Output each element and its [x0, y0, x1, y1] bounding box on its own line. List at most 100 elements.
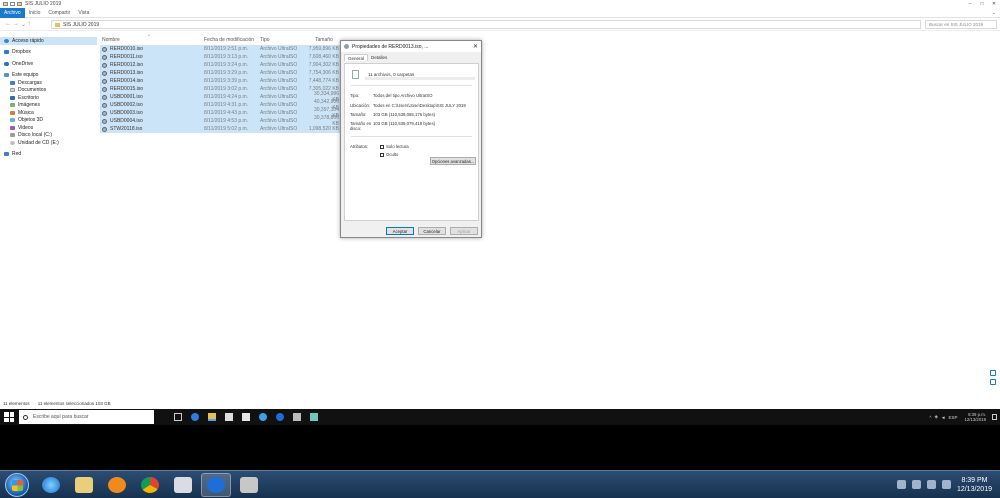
folder-icon [75, 476, 93, 493]
internet-explorer-taskbar-button[interactable] [36, 473, 66, 497]
table-row[interactable]: RERD0014.iso 8/11/2019 3:39 p.m. Archivo U… [100, 77, 345, 85]
table-row[interactable]: STW20118.iso 8/11/2019 5:02 p.m. Archivo U… [100, 125, 345, 133]
file-type: Archivo UltraISO [260, 110, 298, 116]
music-icon [10, 110, 15, 115]
search-input[interactable]: Buscar en SIS JULIO 2019 [925, 20, 997, 29]
tab-archivo[interactable]: Archivo [0, 7, 25, 18]
advanced-options-button[interactable]: Opciones avanzadas... [430, 157, 476, 165]
ok-button[interactable]: Aceptar [386, 227, 414, 235]
nav-item-3d-objects[interactable]: Objetos 3D [0, 117, 97, 125]
nav-item-videos[interactable]: Videos [0, 124, 97, 132]
column-type[interactable]: Tipo [260, 37, 307, 43]
large-icons-view-icon[interactable] [990, 379, 996, 385]
nav-item-local-disk[interactable]: Disco local (C:) [0, 132, 97, 140]
maximize-button[interactable]: □ [976, 0, 988, 8]
table-row[interactable]: RERD0011.iso 8/11/2019 3:13 p.m. Archivo U… [100, 53, 345, 61]
libraries-taskbar-button[interactable] [168, 473, 198, 497]
media-player-icon [108, 476, 126, 493]
hidden-checkbox[interactable]: Oculto [380, 152, 409, 157]
task-view-icon[interactable] [174, 413, 182, 421]
nav-item-desktop[interactable]: Escritorio [0, 94, 97, 102]
cancel-button[interactable]: Cancelar [418, 227, 446, 235]
address-bar[interactable]: SIS JULIO 2019 [51, 20, 921, 29]
disc-image-icon [102, 110, 107, 116]
properties-icon[interactable] [10, 2, 15, 6]
size-label: Tamaño: [350, 112, 367, 117]
checkbox-box[interactable] [380, 144, 384, 149]
up-icon[interactable]: ↑ [28, 21, 31, 28]
internet-explorer-icon[interactable] [259, 413, 267, 421]
file-name: RERD0014.iso [100, 78, 204, 84]
remote-clock[interactable]: 8:39 p.m. 12/13/2019 [964, 412, 986, 422]
expand-ribbon-icon[interactable]: ⌄ [992, 10, 996, 16]
table-row[interactable]: RERD0013.iso 8/11/2019 3:29 p.m. Archivo U… [100, 69, 345, 77]
network-icon[interactable] [926, 480, 936, 489]
app-icon[interactable] [310, 413, 318, 421]
table-row[interactable]: RERD0010.iso 8/11/2019 2:51 p.m. Archivo U… [100, 45, 345, 53]
status-bar: 11 elementos 11 elementos seleccionados … [3, 399, 993, 407]
volume-icon[interactable]: ◄ [941, 415, 945, 420]
nav-item-music[interactable]: Música [0, 109, 97, 117]
details-view-icon[interactable] [990, 370, 996, 376]
folder-icon[interactable] [3, 2, 8, 6]
column-header-row: ^ Nombre Fecha de modificación Tipo Tama… [100, 33, 345, 44]
store-icon[interactable] [225, 413, 233, 421]
forward-icon[interactable]: → [13, 21, 19, 28]
file-explorer-icon[interactable] [208, 413, 216, 421]
apply-button[interactable]: Aplicar [450, 227, 478, 235]
network-icon[interactable]: ◈ [935, 414, 938, 420]
language-indicator[interactable]: ESP [948, 415, 957, 420]
nav-item-documents[interactable]: Documentos [0, 87, 97, 95]
flag-icon[interactable] [911, 480, 921, 489]
tab-vista[interactable]: Vista [74, 8, 93, 18]
divider [351, 85, 472, 86]
dialog-close-button[interactable]: ✕ [473, 43, 478, 50]
table-row[interactable]: USBD0004.iso 8/11/2019 4:53 p.m. Archivo U… [100, 115, 345, 127]
nav-item-this-pc[interactable]: Este equipo [0, 72, 97, 80]
volume-icon[interactable] [941, 480, 951, 489]
mail-icon[interactable] [242, 413, 250, 421]
cube-icon [10, 118, 15, 123]
nav-item-pictures[interactable]: Imágenes [0, 102, 97, 110]
folders-taskbar-button[interactable] [69, 473, 99, 497]
tab-detalles[interactable]: Detalles [368, 54, 390, 61]
edge-icon[interactable] [191, 413, 199, 421]
teamviewer-icon[interactable] [276, 413, 284, 421]
back-icon[interactable]: ← [5, 21, 11, 28]
windows-start-button[interactable] [4, 412, 14, 422]
teamviewer-taskbar-button[interactable] [201, 472, 231, 497]
selection-info: 11 elementos seleccionados 103 GB [37, 400, 111, 406]
calculator-icon[interactable] [293, 413, 301, 421]
divider [351, 136, 472, 137]
nav-item-onedrive[interactable]: OneDrive [0, 60, 97, 68]
show-hidden-icons-icon[interactable]: ^ [929, 415, 931, 420]
tab-general[interactable]: General [344, 54, 369, 61]
readonly-checkbox[interactable]: Solo lectura [380, 144, 409, 149]
chrome-taskbar-button[interactable] [135, 473, 165, 497]
file-type: Archivo UltraISO [260, 126, 298, 132]
checkbox-box[interactable] [380, 152, 384, 157]
media-player-taskbar-button[interactable] [102, 473, 132, 497]
nav-item-quick-access[interactable]: Acceso rápido [0, 37, 97, 45]
notification-icon[interactable] [992, 414, 997, 420]
windows-orb-button[interactable] [5, 472, 29, 497]
tab-compartir[interactable]: Compartir [44, 8, 74, 18]
recent-locations-icon[interactable]: ⌄ [21, 21, 26, 28]
nav-item-dropbox[interactable]: Dropbox [0, 49, 97, 57]
local-clock[interactable]: 8:39 PM 12/13/2019 [957, 476, 992, 494]
column-date[interactable]: Fecha de modificación [204, 37, 260, 43]
file-type: Archivo UltraISO [260, 102, 298, 108]
new-folder-icon[interactable] [17, 2, 22, 6]
close-button[interactable]: ✕ [988, 0, 1000, 8]
tray-app-icon[interactable] [896, 480, 906, 489]
nav-item-network[interactable]: Red [0, 151, 97, 159]
tab-inicio[interactable]: Inicio [25, 8, 45, 18]
column-name[interactable]: Nombre [100, 37, 204, 43]
minimize-button[interactable]: – [964, 0, 976, 8]
table-row[interactable]: RERD0012.iso 8/11/2019 3:24 p.m. Archivo U… [100, 61, 345, 69]
nav-item-cd-drive[interactable]: Unidad de CD (E:) [0, 139, 97, 147]
size-value: 103 GB (110,539,065,176 bytes) [373, 112, 436, 117]
taskbar-search-input[interactable]: Escribe aquí para buscar [19, 410, 154, 424]
nav-item-downloads[interactable]: Descargas [0, 79, 97, 87]
tools-taskbar-button[interactable] [234, 473, 264, 497]
